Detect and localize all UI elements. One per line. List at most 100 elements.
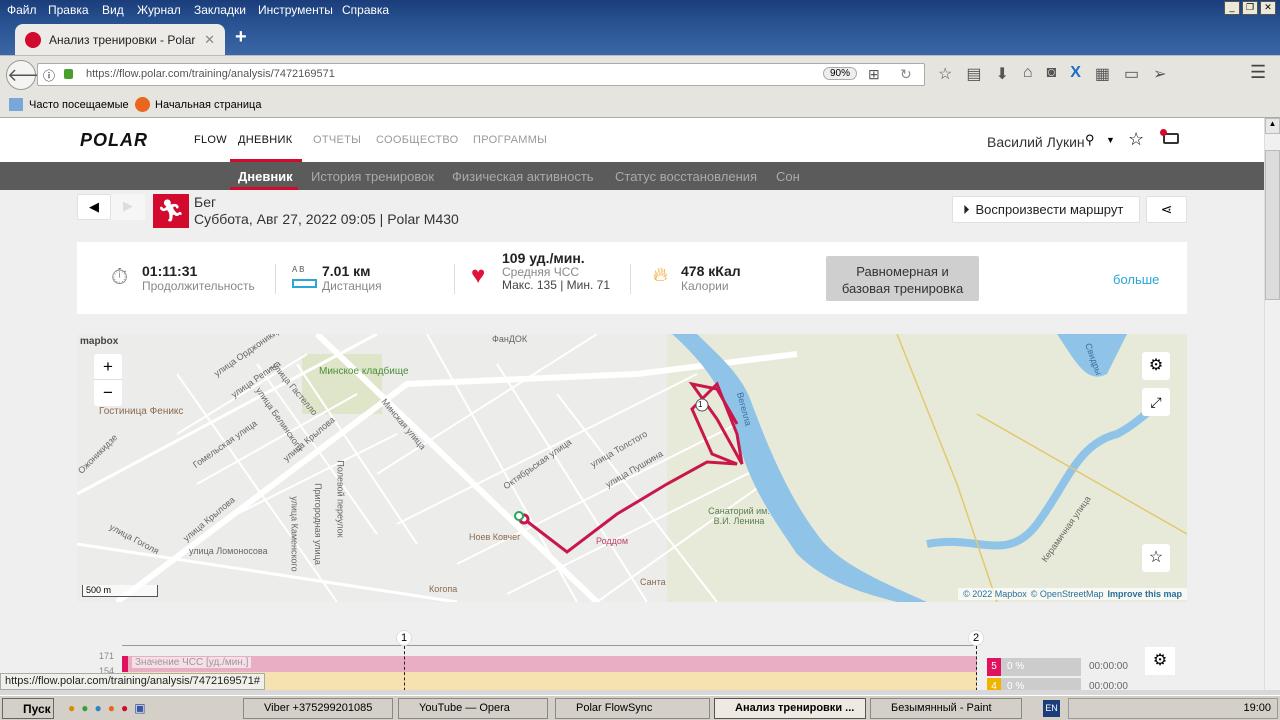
close-tab-icon[interactable]: ✕ [204, 32, 215, 48]
sub-navigation: Дневник История тренировок Физическая ак… [0, 162, 1264, 190]
taskbar-flowsync[interactable]: Polar FlowSync [555, 698, 710, 719]
fullscreen-button[interactable]: ⤢ [1142, 388, 1170, 416]
bookmark-start-page[interactable]: Начальная страница [155, 99, 261, 111]
mapbox-copyright-link[interactable]: © 2022 Mapbox [963, 589, 1027, 599]
chart-settings-button[interactable]: ⚙ [1145, 647, 1175, 675]
user-icon[interactable]: ⚲ [1085, 132, 1095, 148]
url-text[interactable]: https://flow.polar.com/training/analysis… [86, 68, 335, 80]
app-icon[interactable]: ● [95, 701, 102, 715]
nav-programs[interactable]: ПРОГРАММЫ [473, 134, 547, 146]
previous-training-button[interactable]: ◀ [77, 194, 111, 220]
firefox-icon[interactable]: ● [108, 701, 115, 715]
zone-5-percent: 0 % [1007, 661, 1025, 672]
more-link[interactable]: больше [1113, 272, 1159, 287]
menu-view[interactable]: Вид [102, 3, 124, 17]
screen-icon[interactable]: ▭ [1124, 64, 1139, 84]
tab-training-analysis[interactable]: Анализ тренировки - Polar F... ✕ [15, 24, 225, 55]
start-button[interactable]: Пуск [2, 698, 54, 719]
reload-icon[interactable]: ↻ [900, 66, 912, 83]
map-favorite-button[interactable]: ☆ [1142, 544, 1170, 572]
route-start-marker[interactable] [514, 511, 524, 521]
send-icon[interactable]: ➢ [1153, 64, 1166, 84]
chrome-icon[interactable]: ● [81, 701, 88, 715]
map-label: Ноев Ковчег [469, 532, 521, 542]
avg-hr-value: 109 уд./мин. [502, 250, 585, 266]
bookmark-star-icon[interactable]: ☆ [938, 64, 952, 84]
map-label: Роддом [596, 536, 629, 546]
home-icon[interactable]: ⌂ [1023, 64, 1033, 84]
replay-route-button[interactable]: ⏵ Воспроизвести маршрут [952, 196, 1140, 223]
zoom-level[interactable]: 90% [823, 67, 858, 80]
favorites-star-icon[interactable]: ☆ [1128, 129, 1144, 150]
zoom-out-button[interactable]: − [94, 379, 122, 405]
nav-reports[interactable]: ОТЧЕТЫ [313, 134, 361, 146]
scroll-thumb[interactable] [1265, 150, 1280, 300]
nav-diary[interactable]: ДНЕВНИК [238, 134, 292, 146]
subnav-activity[interactable]: Физическая активность [452, 169, 594, 184]
taskbar-opera[interactable]: YouTube — Opera [398, 698, 548, 719]
tab-strip: Анализ тренировки - Polar F... ✕ + [0, 20, 1280, 55]
hr-series-marker [122, 656, 128, 672]
mapbox-logo[interactable]: mapbox [80, 336, 118, 347]
url-bar[interactable]: ⓘ https://flow.polar.com/training/analys… [37, 63, 925, 86]
nav-flow[interactable]: FLOW [194, 134, 227, 146]
training-benefit-badge[interactable]: Равномерная и базовая тренировка [826, 256, 979, 301]
restore-button[interactable]: ❐ [1242, 1, 1258, 15]
polar-logo[interactable]: POLAR [80, 130, 148, 151]
osm-link[interactable]: © OpenStreetMap [1031, 589, 1104, 599]
back-button[interactable]: 🡐 [6, 60, 55, 90]
subnav-recovery[interactable]: Статус восстановления [615, 169, 757, 184]
menu-history[interactable]: Журнал [137, 3, 181, 17]
save-icon[interactable]: ▣ [134, 701, 145, 715]
reader-grid-icon[interactable]: ⊞ [868, 66, 880, 83]
pocket-icon[interactable]: ◙ [1047, 64, 1057, 84]
subnav-diary[interactable]: Дневник [238, 169, 293, 184]
lock-icon [64, 69, 73, 79]
map-label: Пригородная улица [312, 483, 323, 565]
vertical-scrollbar[interactable]: ▲ [1264, 118, 1280, 690]
flag-icon[interactable]: ▦ [1095, 64, 1110, 84]
minimize-button[interactable]: _ [1224, 1, 1240, 15]
menu-help[interactable]: Справка [342, 3, 389, 17]
opera-icon[interactable]: ● [121, 701, 128, 715]
next-training-button[interactable]: ▶ [111, 194, 145, 220]
folder-search-icon [9, 98, 23, 111]
improve-map-link[interactable]: Improve this map [1107, 589, 1182, 599]
zoom-in-button[interactable]: + [94, 354, 122, 379]
hr-series-label: Значение ЧСС [уд./мин.] [132, 657, 252, 668]
bookmarks-list-icon[interactable]: ▤ [966, 64, 981, 84]
close-window-button[interactable]: ✕ [1260, 1, 1276, 15]
clock[interactable]: 19:00 [1243, 702, 1271, 714]
new-tab-button[interactable]: + [235, 26, 247, 49]
menu-bookmarks[interactable]: Закладки [194, 3, 246, 17]
menu-edit[interactable]: Правка [48, 3, 89, 17]
bookmarks-bar: Часто посещаемые Начальная страница [0, 93, 1280, 118]
menu-tools[interactable]: Инструменты [258, 3, 333, 17]
subnav-sleep[interactable]: Сон [776, 169, 800, 184]
info-icon[interactable]: ⓘ [43, 67, 55, 84]
language-indicator[interactable]: EN [1043, 700, 1060, 717]
taskbar-paint[interactable]: Безымянный - Paint [870, 698, 1022, 719]
chevron-down-icon[interactable]: ▼ [1106, 135, 1115, 145]
app-icon[interactable]: ● [68, 701, 75, 715]
distance-label: Дистанция [322, 279, 382, 293]
zone-5-time: 00:00:00 [1089, 661, 1128, 672]
download-icon[interactable]: ⬇ [995, 64, 1008, 84]
x-extension-icon[interactable]: X [1070, 64, 1081, 84]
scroll-up-button[interactable]: ▲ [1265, 118, 1280, 134]
subnav-history[interactable]: История тренировок [311, 169, 434, 184]
lap-2-marker[interactable]: 2 [968, 630, 984, 646]
lap-1-marker[interactable]: 1 [396, 630, 412, 646]
bookmark-most-visited[interactable]: Часто посещаемые [29, 99, 129, 111]
share-button[interactable]: ⋖ [1146, 196, 1187, 223]
taskbar-firefox-active[interactable]: Анализ тренировки ... [714, 698, 866, 719]
nav-community[interactable]: СООБЩЕСТВО [376, 134, 459, 146]
share-icon: ⋖ [1160, 201, 1173, 217]
route-map[interactable]: 1 mapbox + − ⚙ ⤢ ☆ Минское кладбище Гост… [77, 334, 1187, 602]
menu-file[interactable]: Файл [7, 3, 37, 17]
hamburger-menu-icon[interactable]: ☰ [1250, 62, 1266, 83]
user-name[interactable]: Василий Лукин [987, 134, 1085, 150]
taskbar-viber[interactable]: Viber +375299201085 [243, 698, 393, 719]
map-settings-button[interactable]: ⚙ [1142, 352, 1170, 380]
map-label: Минское кладбище [319, 366, 409, 377]
